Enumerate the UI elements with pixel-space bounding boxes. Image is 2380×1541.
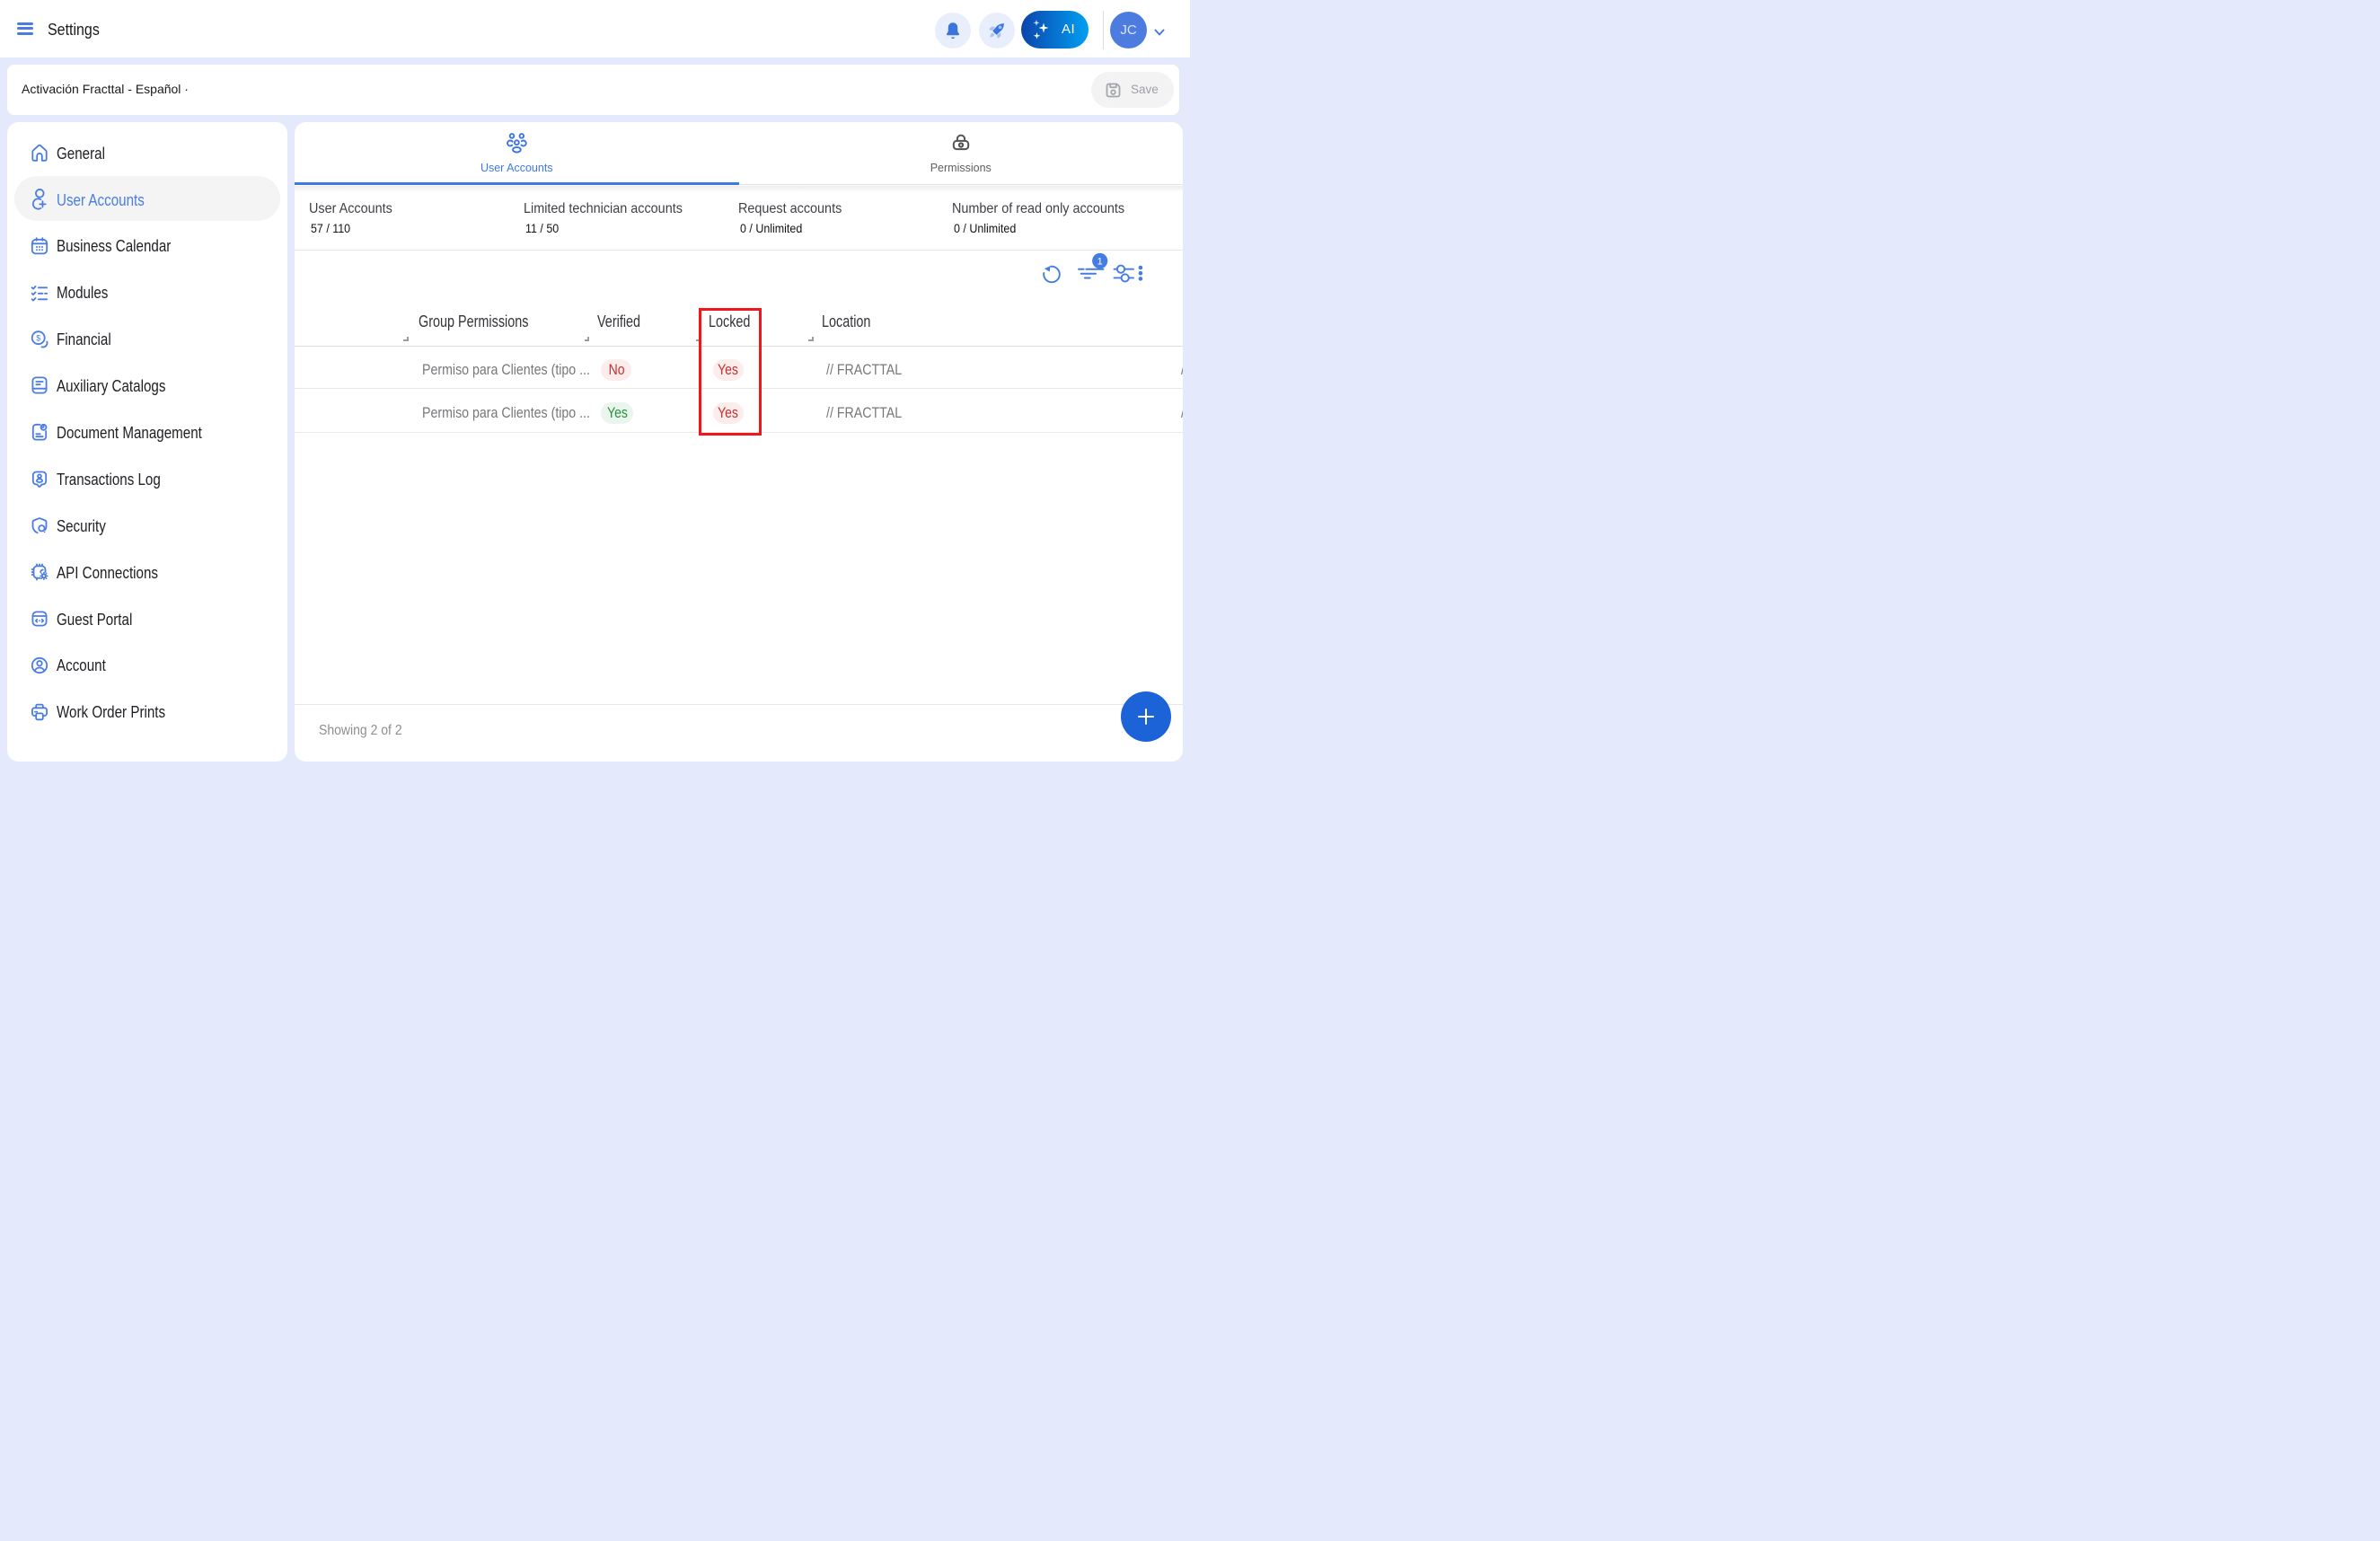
svg-text:1: 1 xyxy=(1097,256,1103,267)
svg-text:$: $ xyxy=(36,333,40,342)
